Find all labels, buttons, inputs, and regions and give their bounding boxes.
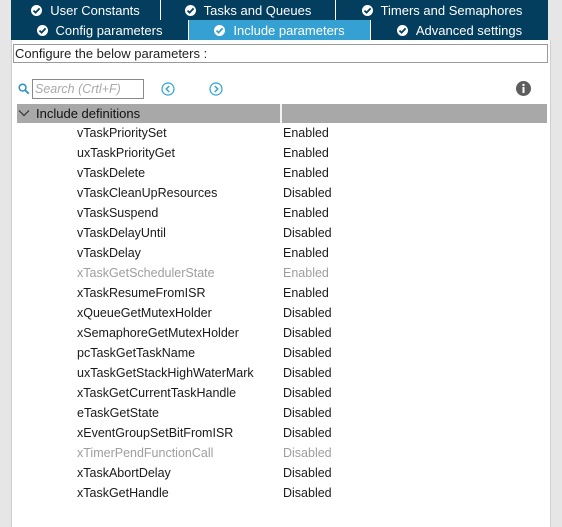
parameter-name: uxTaskPriorityGet xyxy=(77,146,175,160)
parameter-row[interactable]: xTaskGetCurrentTaskHandle Disabled xyxy=(12,383,549,403)
group-title: Include definitions xyxy=(36,106,141,121)
parameter-name: vTaskDelay xyxy=(77,246,141,260)
parameter-value[interactable]: Enabled xyxy=(283,146,329,160)
parameter-value[interactable]: Disabled xyxy=(283,346,332,360)
parameter-name: vTaskDelayUntil xyxy=(77,226,166,240)
parameter-value[interactable]: Disabled xyxy=(283,486,332,500)
tab-timers-and-semaphores[interactable]: Timers and Semaphores xyxy=(336,0,548,20)
parameter-value[interactable]: Disabled xyxy=(283,386,332,400)
parameter-row[interactable]: xTaskResumeFromISR Enabled xyxy=(12,283,549,303)
parameter-name: uxTaskGetStackHighWaterMark xyxy=(77,366,254,380)
parameter-row[interactable]: vTaskPrioritySet Enabled xyxy=(12,123,549,143)
chevron-left-circle-icon[interactable] xyxy=(161,82,175,96)
chevron-down-icon xyxy=(18,110,30,117)
parameter-name: vTaskPrioritySet xyxy=(77,126,167,140)
parameter-value[interactable]: Disabled xyxy=(283,366,332,380)
tab-label: Include parameters xyxy=(233,22,345,38)
tab-label: Advanced settings xyxy=(415,22,523,38)
tab-tasks-and-queues[interactable]: Tasks and Queues xyxy=(161,0,336,20)
tab-include-parameters[interactable]: Include parameters xyxy=(189,20,371,40)
tab-row-top: User Constants Tasks and Queues Timers a… xyxy=(11,0,548,20)
parameter-row[interactable]: vTaskDelay Enabled xyxy=(12,243,549,263)
parameter-value[interactable]: Disabled xyxy=(283,186,332,200)
parameters-panel: Configure the below parameters : Include… xyxy=(11,40,551,527)
parameter-row[interactable]: xTimerPendFunctionCall Disabled xyxy=(12,443,549,463)
tab-label: Tasks and Queues xyxy=(203,2,312,18)
parameter-row[interactable]: vTaskDelete Enabled xyxy=(12,163,549,183)
parameter-name: vTaskSuspend xyxy=(77,206,159,220)
parameter-row[interactable]: xTaskGetSchedulerState Enabled xyxy=(12,263,549,283)
check-circle-icon xyxy=(184,4,196,16)
parameter-row[interactable]: xSemaphoreGetMutexHolder Disabled xyxy=(12,323,549,343)
parameter-value[interactable]: Disabled xyxy=(283,326,332,340)
group-header-include-definitions[interactable]: Include definitions xyxy=(17,104,547,123)
parameter-name: xTaskGetHandle xyxy=(77,486,169,500)
check-circle-icon xyxy=(36,24,48,36)
parameter-name: xSemaphoreGetMutexHolder xyxy=(77,326,239,340)
parameter-row[interactable]: vTaskCleanUpResources Disabled xyxy=(12,183,549,203)
parameter-name: xTaskGetCurrentTaskHandle xyxy=(77,386,237,400)
parameter-value[interactable]: Enabled xyxy=(283,246,329,260)
check-circle-icon xyxy=(214,24,226,36)
check-circle-icon xyxy=(396,24,408,36)
tab-label: Config parameters xyxy=(55,22,163,38)
parameter-value[interactable]: Enabled xyxy=(283,206,329,220)
tab-label: Timers and Semaphores xyxy=(380,2,523,18)
parameter-name: xTaskAbortDelay xyxy=(77,466,171,480)
info-icon[interactable] xyxy=(516,81,531,96)
parameter-value[interactable]: Disabled xyxy=(283,226,332,240)
tab-user-constants[interactable]: User Constants xyxy=(11,0,161,20)
parameter-row[interactable]: xTaskGetHandle Disabled xyxy=(12,483,549,503)
parameter-row[interactable]: vTaskDelayUntil Disabled xyxy=(12,223,549,243)
search-icon xyxy=(18,83,30,95)
parameter-value[interactable]: Disabled xyxy=(283,426,332,440)
parameter-name: xTimerPendFunctionCall xyxy=(77,446,214,460)
chevron-right-circle-icon[interactable] xyxy=(209,82,223,96)
parameter-list: vTaskPrioritySet Enabled uxTaskPriorityGet… xyxy=(12,123,549,503)
tab-advanced-settings[interactable]: Advanced settings xyxy=(371,20,548,40)
parameter-row[interactable]: xTaskAbortDelay Disabled xyxy=(12,463,549,483)
parameter-name: eTaskGetState xyxy=(77,406,159,420)
parameter-row[interactable]: xQueueGetMutexHolder Disabled xyxy=(12,303,549,323)
parameter-value[interactable]: Disabled xyxy=(283,466,332,480)
parameter-value[interactable]: Enabled xyxy=(283,126,329,140)
parameter-row[interactable]: uxTaskGetStackHighWaterMark Disabled xyxy=(12,363,549,383)
parameter-name: xQueueGetMutexHolder xyxy=(77,306,212,320)
parameter-name: vTaskDelete xyxy=(77,166,146,180)
parameter-value[interactable]: Disabled xyxy=(283,446,332,460)
parameter-value[interactable]: Enabled xyxy=(283,266,329,280)
parameter-value[interactable]: Enabled xyxy=(283,286,329,300)
tab-row-bottom: Config parameters Include parameters Adv… xyxy=(11,20,548,40)
parameter-name: xTaskResumeFromISR xyxy=(77,286,206,300)
parameter-row[interactable]: eTaskGetState Disabled xyxy=(12,403,549,423)
column-divider xyxy=(280,104,282,123)
parameter-name: xEventGroupSetBitFromISR xyxy=(77,426,234,440)
search-input[interactable] xyxy=(32,79,144,99)
parameter-name: xTaskGetSchedulerState xyxy=(77,266,215,280)
parameter-row[interactable]: pcTaskGetTaskName Disabled xyxy=(12,343,549,363)
parameter-value[interactable]: Disabled xyxy=(283,406,332,420)
check-circle-icon xyxy=(361,4,373,16)
parameter-value[interactable]: Enabled xyxy=(283,166,329,180)
tab-config-parameters[interactable]: Config parameters xyxy=(11,20,189,40)
parameter-row[interactable]: xEventGroupSetBitFromISR Disabled xyxy=(12,423,549,443)
parameter-name: vTaskCleanUpResources xyxy=(77,186,218,200)
tab-label: User Constants xyxy=(50,2,140,18)
parameter-value[interactable]: Disabled xyxy=(283,306,332,320)
parameter-row[interactable]: uxTaskPriorityGet Enabled xyxy=(12,143,549,163)
parameter-row[interactable]: vTaskSuspend Enabled xyxy=(12,203,549,223)
configure-description: Configure the below parameters : xyxy=(13,44,548,63)
parameter-name: pcTaskGetTaskName xyxy=(77,346,196,360)
check-circle-icon xyxy=(31,4,43,16)
